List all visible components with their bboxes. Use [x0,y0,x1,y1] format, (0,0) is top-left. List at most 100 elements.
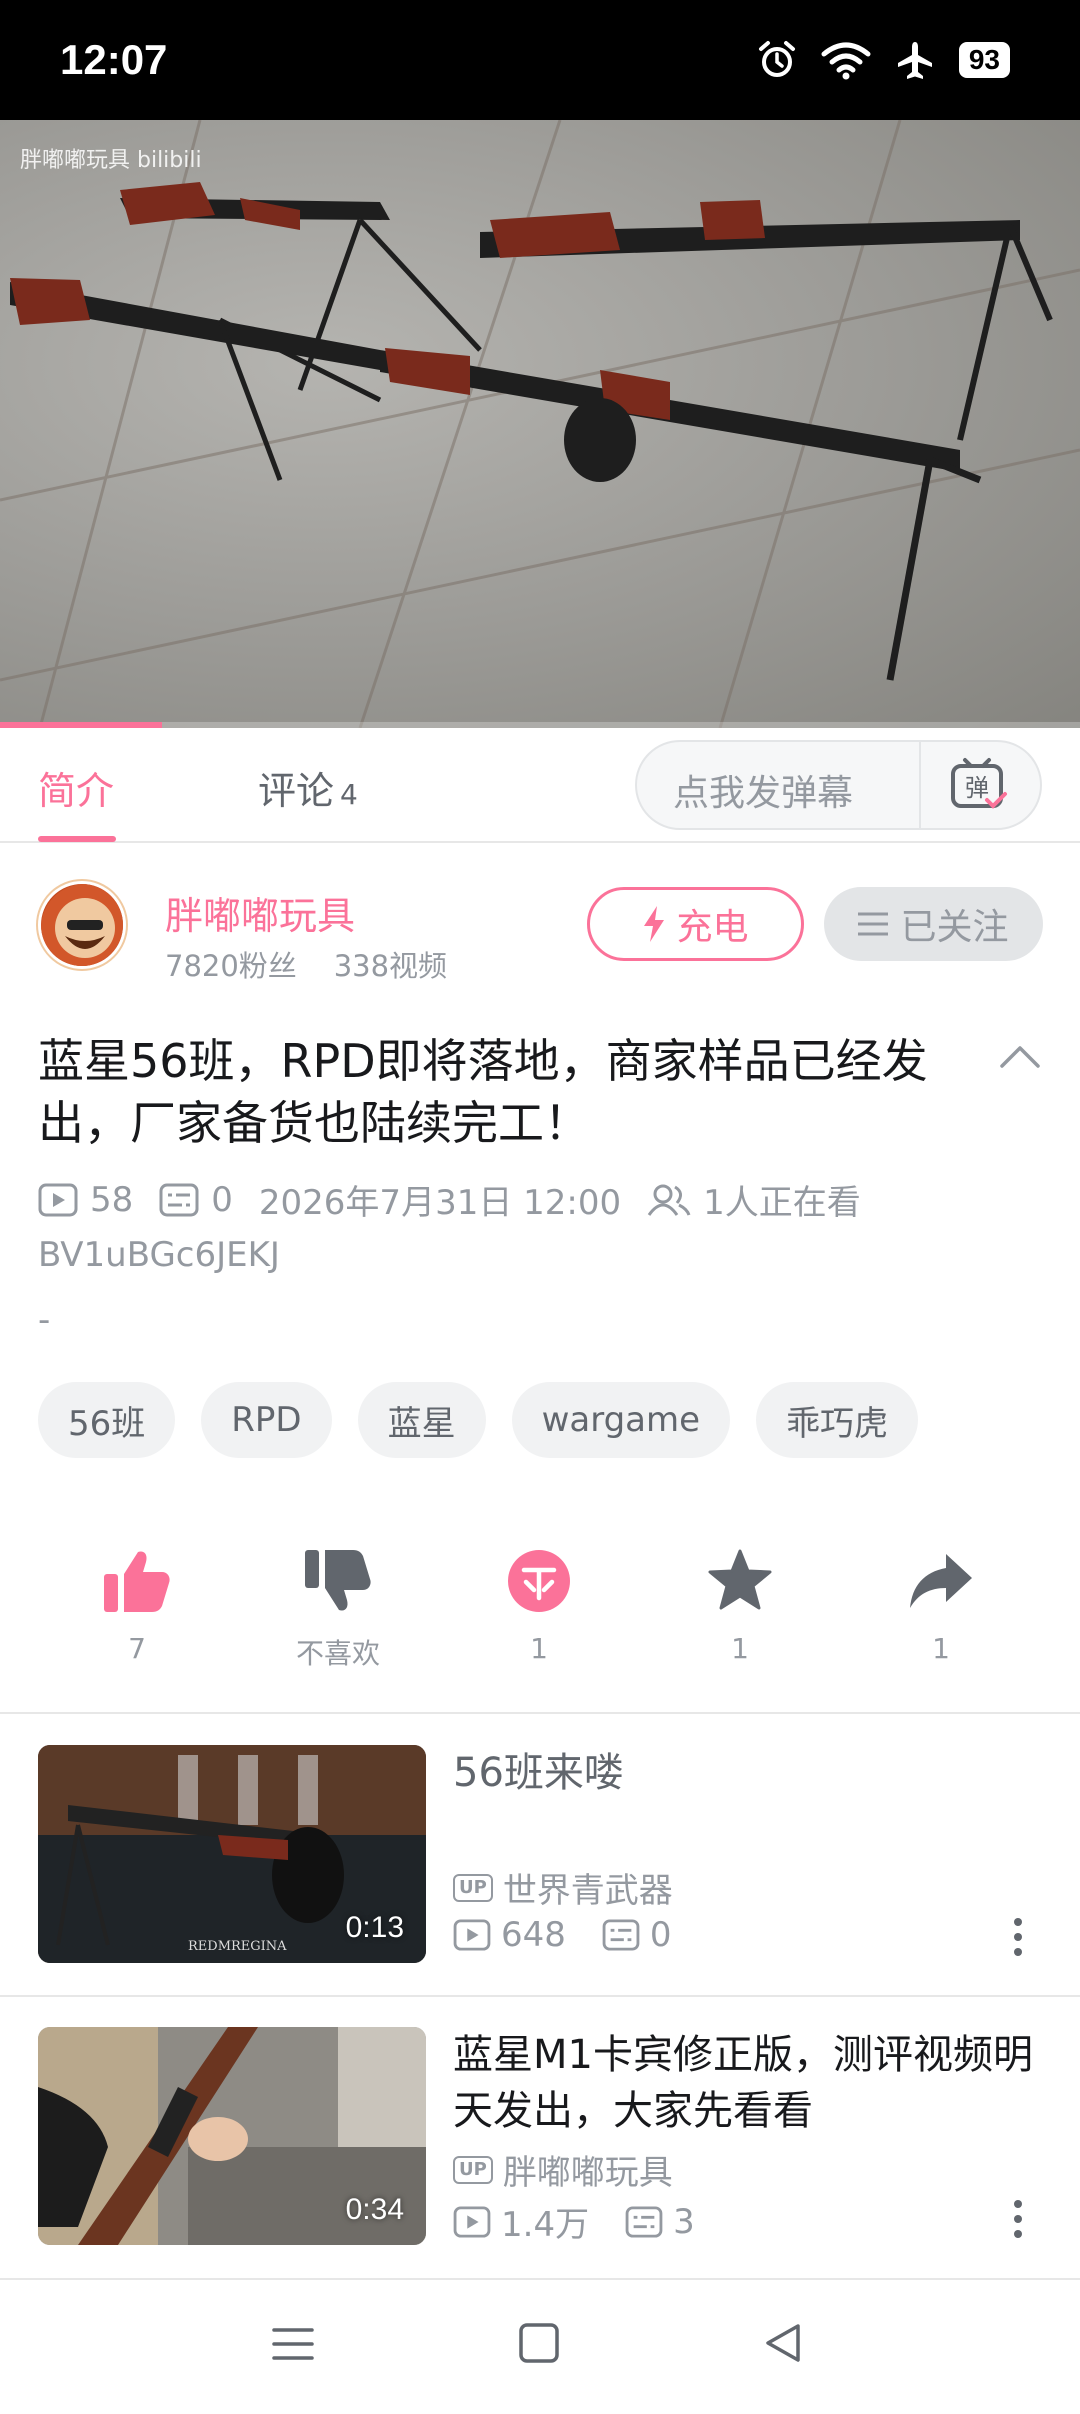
recommended-uploader[interactable]: UP 世界青武器 [453,1863,673,1912]
battery-icon: 93 [958,42,1010,78]
recommended-uploader-name: 世界青武器 [502,1871,673,1911]
coin-count: 1 [530,1632,548,1665]
danmaku-placeholder: 点我发弹幕 [673,773,854,814]
charge-button[interactable]: 充电 [587,887,804,961]
recommended-plays: 648 [501,1915,566,1955]
dislike-label: 不喜欢 [295,1637,380,1670]
divider [0,1995,1080,1997]
share-arrow-icon [910,1554,972,1608]
danmaku-icon-label: 弹 [965,774,989,802]
publish-date: 2026年7月31日 12:00 [258,1183,622,1223]
recommended-danmaku: 3 [673,2201,695,2242]
recommended-stats: 648 0 [453,1915,672,1955]
menu-icon[interactable] [272,2324,314,2364]
video-player[interactable]: 胖嘟嘟玩具 bilibili [0,120,1080,728]
video-duration: 0:13 [345,1911,404,1944]
home-icon[interactable] [518,2322,560,2364]
like-button[interactable]: 7 [57,1548,217,1665]
video-thumbnail[interactable]: REDMREGINA 0:13 [38,1745,426,1963]
up-badge-icon: UP [453,2155,493,2184]
tag[interactable]: wargame [511,1382,731,1458]
tab-intro-label: 简介 [38,769,115,813]
viewers-icon [647,1184,691,1216]
play-count-icon [453,1919,491,1951]
dislike-button[interactable]: 不喜欢 [258,1548,418,1672]
uploader-name[interactable]: 胖嘟嘟玩具 [165,885,355,940]
divider [0,1712,1080,1714]
tag[interactable]: 蓝星 [357,1382,486,1458]
video-frame [0,120,1080,728]
thumbs-down-icon [305,1550,371,1611]
status-bar: 12:07 93 [0,0,1080,120]
danmaku-count: 0 [211,1179,233,1220]
video-meta: 58 0 2026年7月31日 12:00 1人正在看 [38,1175,1058,1224]
recommended-uploader-name: 胖嘟嘟玩具 [502,2153,673,2193]
back-icon[interactable] [762,2322,804,2364]
recommended-stats: 1.4万 3 [453,2197,695,2246]
tag-list: 56班 RPD 蓝星 wargame 乖巧虎 [38,1382,919,1458]
uploader-row: 胖嘟嘟玩具 7820粉丝 338视频 充电 已关注 [0,875,1080,985]
danmaku-count-icon [625,2205,663,2238]
tag[interactable]: RPD [201,1382,332,1458]
tag[interactable]: 乖巧虎 [756,1382,919,1458]
more-vertical-icon[interactable] [1010,1917,1026,1957]
play-count: 58 [90,1179,134,1220]
danmaku-divider [919,742,921,828]
status-icons: 93 [757,40,1010,80]
share-count: 1 [932,1632,950,1665]
like-count: 7 [128,1632,146,1665]
bvid: BV1uBGc6JEKJ [38,1235,280,1275]
watching-count: 1人正在看 [703,1183,861,1223]
video-duration: 0:34 [345,2193,404,2226]
recommended-plays: 1.4万 [501,2205,590,2245]
chevron-up-icon[interactable] [998,1042,1042,1072]
recommended-uploader[interactable]: UP 胖嘟嘟玩具 [453,2145,673,2194]
follow-button[interactable]: 已关注 [824,887,1043,961]
more-vertical-icon[interactable] [1010,2199,1026,2239]
favorite-count: 1 [731,1632,749,1665]
coin-button[interactable]: 1 [459,1548,619,1665]
video-watermark: 胖嘟嘟玩具 bilibili [20,148,202,173]
danmaku-count-icon [602,1919,640,1951]
danmaku-settings-icon[interactable]: 弹 [949,756,1009,816]
tab-comments-label: 评论 [258,769,335,813]
wifi-icon [821,42,871,80]
up-badge-icon: UP [453,1873,493,1902]
recommended-danmaku: 0 [649,1915,672,1955]
avatar[interactable] [38,881,126,969]
alarm-icon [758,41,795,77]
video-thumbnail[interactable]: 0:34 [38,2027,426,2245]
play-count-icon [453,2205,491,2238]
tab-active-underline [38,836,116,842]
video-title: 蓝星56班，RPD即将落地，商家样品已经发出，厂家备货也陆续完工！ [38,1034,928,1150]
uploader-video-count: 338视频 [333,949,448,983]
gun-graphic [10,182,1053,681]
recommended-title: 56班来喽 [453,1750,624,1796]
play-count-icon [38,1183,78,1216]
uploader-stats: 7820粉丝 338视频 [165,943,447,985]
menu-lines-icon [858,912,889,936]
danmaku-input[interactable]: 点我发弹幕 弹 [635,740,1042,830]
recommended-title: 蓝星M1卡宾修正版，测评视频明天发出，大家先看看 [453,2032,1033,2134]
uploader-fans: 7820粉丝 [165,949,297,983]
thumbnail-text: REDMREGINA [188,1939,287,1954]
charge-label: 充电 [676,907,749,948]
thumbs-up-icon [104,1551,170,1612]
action-bar: 7 不喜欢 1 1 1 [0,1548,1080,1708]
follow-label: 已关注 [900,907,1009,948]
tag[interactable]: 56班 [38,1382,176,1458]
system-nav-bar [0,2280,1080,2414]
tab-intro[interactable]: 简介 [38,760,114,815]
recommended-video[interactable]: REDMREGINA 0:13 56班来喽 UP 世界青武器 648 0 [0,1745,1080,2027]
danmaku-count-icon [159,1183,199,1216]
coin-icon [508,1550,570,1612]
tab-comments[interactable]: 评论 4 [258,760,358,815]
recommended-video[interactable]: 0:34 蓝星M1卡宾修正版，测评视频明天发出，大家先看看 UP 胖嘟嘟玩具 1… [0,2027,1080,2309]
airplane-icon [897,42,932,79]
status-time: 12:07 [60,36,168,83]
star-icon [708,1549,772,1610]
favorite-button[interactable]: 1 [660,1548,820,1665]
lightning-icon [644,906,665,942]
video-description: - [38,1300,51,1340]
share-button[interactable]: 1 [861,1548,1021,1665]
